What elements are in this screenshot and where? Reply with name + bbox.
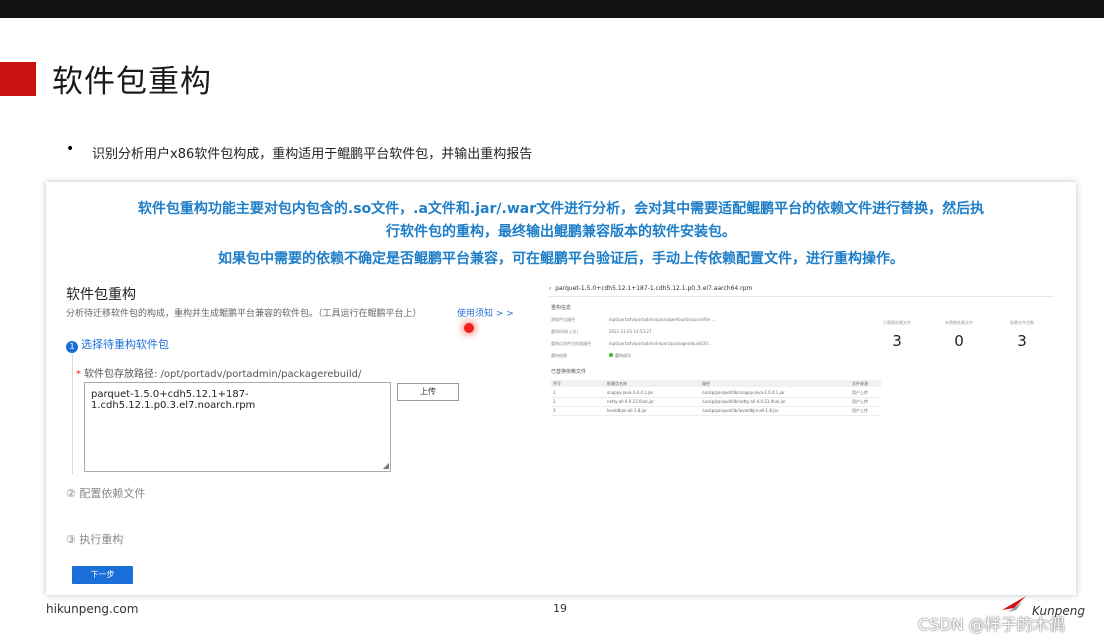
info-value: /opt/portadv/portadmin/packagerebuild/so…: [609, 317, 716, 322]
form-description: 分析待迁移软件包的构成，重构并生成鲲鹏平台兼容的软件包。（工具运行在鲲鹏平台上）: [66, 309, 422, 319]
stat-value: 0: [954, 332, 964, 350]
table-cell: 用户上传: [852, 399, 868, 404]
screenshot-panel: 软件包重构功能主要对包内包含的.so文件，.a文件和.jar/.war文件进行分…: [46, 182, 1076, 595]
usage-guide-link[interactable]: 使用须知 > >: [457, 306, 514, 319]
table-section-title: 已替换依赖文件: [551, 369, 587, 375]
step-1: 1 选择待重构软件包: [66, 336, 169, 353]
step-2: ② 配置依赖文件: [66, 487, 146, 500]
table-cell: 3: [553, 408, 556, 413]
table-cell: 2: [553, 399, 556, 404]
path-label-text: 软件包存放路径: /opt/portadv/portadmin/packager…: [84, 369, 362, 380]
table-cell: /unzip/parquet/lib/netty-all-4.0.23.fina…: [702, 399, 786, 404]
banner-line-3: 如果包中需要的依赖不确定是否鲲鹏平台兼容，可在鲲鹏平台验证后，手动上传依赖配置文…: [218, 251, 904, 267]
info-key: 重构后软件包存放路径: [551, 341, 591, 346]
divider: [549, 296, 1054, 297]
step-1-label: 选择待重构软件包: [81, 338, 169, 351]
table-cell: 用户上传: [852, 390, 868, 395]
success-status-icon: [609, 353, 613, 357]
table-header-cell: 依赖包名称: [607, 381, 627, 386]
stat-label: 依赖文件总数: [1010, 320, 1034, 325]
table-cell: /unzip/parquet/lib/leveldbjni-all-1.8.ja…: [702, 408, 779, 413]
table-header-cell: 序号: [553, 381, 561, 386]
next-button[interactable]: 下一步: [72, 566, 133, 584]
table-cell: 1: [553, 390, 556, 395]
required-mark: *: [76, 369, 81, 380]
table-header-cell: 路径: [702, 381, 710, 386]
stat-label: 未替换依赖文件: [945, 320, 973, 325]
bullet-dot: •: [66, 141, 75, 157]
table-cell: leveldbjni-all-1.8.jar: [607, 408, 647, 413]
banner-line-1: 软件包重构功能主要对包内包含的.so文件，.a文件和.jar/.war文件进行分…: [137, 201, 985, 217]
table-row-divider: [551, 406, 881, 407]
info-value: 2021-11-01 14:53:27: [609, 329, 652, 334]
watermark: CSDN @样子的木偶: [918, 615, 1065, 634]
table-row-divider: [551, 415, 881, 416]
stat-value: 3: [892, 332, 902, 350]
info-value: 重构成功: [609, 353, 631, 359]
stat-value: 3: [1017, 332, 1027, 350]
title-accent-block: [0, 62, 36, 96]
stat-label: 已替换依赖文件: [883, 320, 911, 325]
status-text: 重构成功: [615, 353, 631, 358]
report-title-text: parquet-1.5.0+cdh5.12.1+187-1.cdh5.12.1.…: [555, 285, 753, 292]
footer-site: hikunpeng.com: [46, 602, 139, 616]
bullet-text: 识别分析用户x86软件包构成，重构适用于鲲鹏平台软件包，并输出重构报告: [92, 147, 533, 162]
step-1-number: 1: [66, 341, 78, 353]
step-3: ③ 执行重构: [66, 533, 124, 546]
slide-title: 软件包重构: [52, 64, 212, 100]
table-cell: 用户上传: [852, 408, 868, 413]
page-number: 19: [553, 602, 567, 615]
info-key: 重构时间(上次): [551, 329, 579, 334]
step-connector: [72, 354, 73, 474]
package-textarea[interactable]: parquet-1.5.0+cdh5.12.1+187-1.cdh5.12.1.…: [84, 382, 391, 472]
resize-handle-icon[interactable]: ◢: [383, 461, 389, 470]
info-key: 重构结果: [551, 353, 567, 358]
form-title: 软件包重构: [66, 287, 136, 303]
report-title: ‹ parquet-1.5.0+cdh5.12.1+187-1.cdh5.12.…: [549, 285, 752, 292]
path-label: * 软件包存放路径: /opt/portadv/portadmin/package…: [76, 365, 361, 380]
table-cell: netty-all-4.0.23.final.jar: [607, 399, 655, 404]
table-row-divider: [551, 397, 881, 398]
info-section-title: 重构信息: [551, 305, 572, 311]
table-header-cell: 文件来源: [852, 381, 868, 386]
info-key: 源软件包路径: [551, 317, 575, 322]
table-header: [551, 380, 881, 387]
table-cell: /unzip/parquet/lib/snappy-java-1.0.4.1.j…: [702, 390, 785, 395]
click-indicator: [464, 323, 474, 333]
back-icon[interactable]: ‹: [549, 285, 551, 292]
table-cell: snappy-java-1.0.4.1.jar: [607, 390, 654, 395]
report-preview: ‹ parquet-1.5.0+cdh5.12.1+187-1.cdh5.12.…: [549, 282, 1059, 422]
info-value: /opt/portadv/portadmin/report/packagereb…: [609, 341, 712, 346]
banner-line-2: 行软件包的重构，最终输出鲲鹏兼容版本的软件安装包。: [386, 224, 736, 240]
package-value: parquet-1.5.0+cdh5.12.1+187-1.cdh5.12.1.…: [91, 389, 256, 411]
upload-button[interactable]: 上传: [397, 383, 459, 401]
top-bar: [0, 0, 1104, 18]
